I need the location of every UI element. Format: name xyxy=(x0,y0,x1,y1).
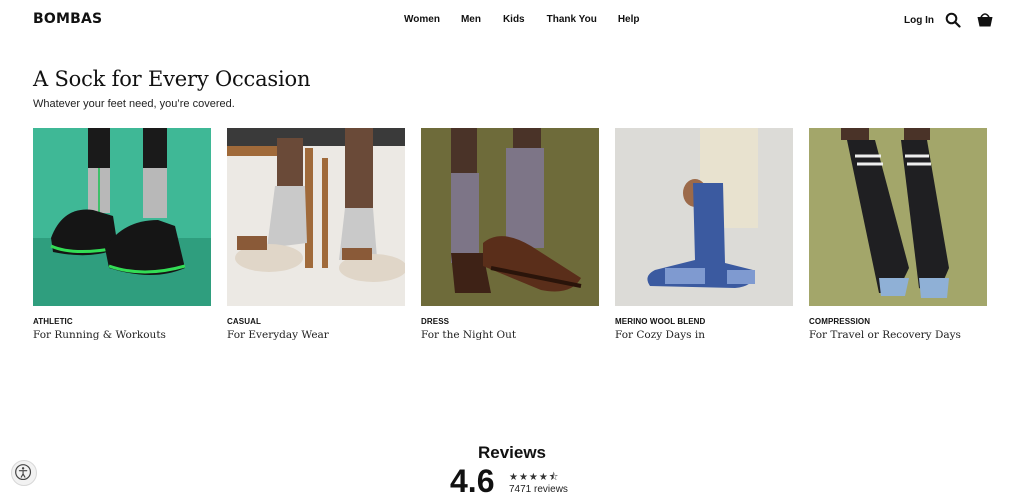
card-description: For Everyday Wear xyxy=(227,329,329,341)
card-category: MERINO WOOL BLEND xyxy=(615,317,706,326)
bombas-logo[interactable]: BOMBAS xyxy=(33,11,102,27)
athletic-socks-image[interactable] xyxy=(33,128,211,306)
nav-item-kids[interactable]: Kids xyxy=(503,14,525,25)
cart-icon[interactable] xyxy=(976,11,994,28)
card-category: DRESS xyxy=(421,317,450,326)
average-rating: 4.6 xyxy=(450,463,495,494)
card-category: ATHLETIC xyxy=(33,317,73,326)
section-title: A Sock for Every Occasion xyxy=(33,67,311,91)
nav-item-men[interactable]: Men xyxy=(461,14,481,25)
search-icon[interactable] xyxy=(945,12,961,28)
compression-socks-image[interactable] xyxy=(809,128,987,306)
login-link[interactable]: Log In xyxy=(904,15,934,26)
category-card-dress[interactable]: DRESS For the Night Out xyxy=(421,128,599,341)
merino-socks-image[interactable] xyxy=(615,128,793,306)
nav-item-thank-you[interactable]: Thank You xyxy=(547,14,597,25)
nav-item-help[interactable]: Help xyxy=(618,14,640,25)
site-header: BOMBAS Women Men Kids Thank You Help Log… xyxy=(0,0,1024,40)
card-description: For the Night Out xyxy=(421,329,517,341)
casual-socks-image[interactable] xyxy=(227,128,405,306)
category-card-athletic[interactable]: ATHLETIC For Running & Workouts xyxy=(33,128,211,341)
card-description: For Travel or Recovery Days xyxy=(809,329,961,341)
nav-item-women[interactable]: Women xyxy=(404,14,440,25)
section-subtitle: Whatever your feet need, you’re covered. xyxy=(33,98,235,110)
accessibility-button[interactable] xyxy=(11,460,37,486)
reviews-title: Reviews xyxy=(477,443,547,462)
card-category: COMPRESSION xyxy=(809,317,871,326)
accessibility-icon xyxy=(15,464,32,481)
category-card-compression[interactable]: COMPRESSION For Travel or Recovery Days xyxy=(809,128,987,341)
card-description: For Running & Workouts xyxy=(33,329,166,341)
category-card-merino-wool-blend[interactable]: MERINO WOOL BLEND For Cozy Days in xyxy=(615,128,793,341)
dress-socks-image[interactable] xyxy=(421,128,599,306)
review-count[interactable]: 7471 reviews xyxy=(509,484,568,494)
main-nav: Women Men Kids Thank You Help xyxy=(404,14,639,25)
card-description: For Cozy Days in xyxy=(615,329,706,341)
category-card-casual[interactable]: CASUAL For Everyday Wear xyxy=(227,128,405,341)
card-category: CASUAL xyxy=(227,317,261,326)
